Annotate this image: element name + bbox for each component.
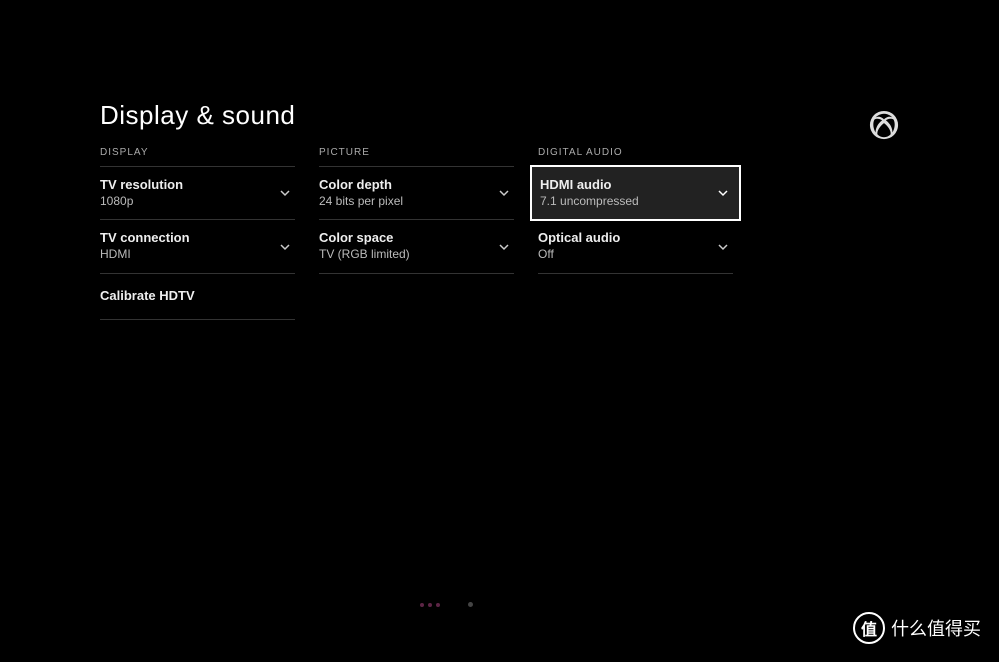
value-color-space: TV (RGB limited) <box>319 247 410 263</box>
value-color-depth: 24 bits per pixel <box>319 194 403 210</box>
column-digital-audio: DIGITAL AUDIO HDMI audio 7.1 uncompresse… <box>538 147 733 320</box>
row-tv-connection[interactable]: TV connection HDMI <box>100 220 295 273</box>
column-picture: PICTURE Color depth 24 bits per pixel Co… <box>319 147 514 320</box>
column-header-digital-audio: DIGITAL AUDIO <box>538 147 733 167</box>
label-color-depth: Color depth <box>319 177 403 194</box>
column-header-picture: PICTURE <box>319 147 514 167</box>
page-title: Display & sound <box>100 100 899 131</box>
label-tv-connection: TV connection <box>100 230 190 247</box>
chevron-down-icon <box>717 241 729 253</box>
value-optical-audio: Off <box>538 247 620 263</box>
chevron-down-icon <box>717 187 729 199</box>
watermark-text: 什么值得买 <box>891 615 981 641</box>
label-calibrate-hdtv: Calibrate HDTV <box>100 284 195 309</box>
chevron-down-icon <box>498 241 510 253</box>
label-hdmi-audio: HDMI audio <box>540 177 639 194</box>
value-hdmi-audio: 7.1 uncompressed <box>540 194 639 210</box>
row-color-space[interactable]: Color space TV (RGB limited) <box>319 220 514 273</box>
label-optical-audio: Optical audio <box>538 230 620 247</box>
row-color-depth[interactable]: Color depth 24 bits per pixel <box>319 167 514 220</box>
row-optical-audio[interactable]: Optical audio Off <box>538 220 733 273</box>
watermark: 值 什么值得买 <box>853 612 981 644</box>
value-tv-resolution: 1080p <box>100 194 183 210</box>
label-tv-resolution: TV resolution <box>100 177 183 194</box>
row-hdmi-audio[interactable]: HDMI audio 7.1 uncompressed <box>530 165 741 221</box>
column-display: DISPLAY TV resolution 1080p TV connectio… <box>100 147 295 320</box>
row-calibrate-hdtv[interactable]: Calibrate HDTV <box>100 274 295 320</box>
settings-columns: DISPLAY TV resolution 1080p TV connectio… <box>100 147 899 320</box>
chevron-down-icon <box>279 187 291 199</box>
chevron-down-icon <box>279 241 291 253</box>
value-tv-connection: HDMI <box>100 247 190 263</box>
label-color-space: Color space <box>319 230 410 247</box>
column-header-display: DISPLAY <box>100 147 295 167</box>
chevron-down-icon <box>498 187 510 199</box>
row-tv-resolution[interactable]: TV resolution 1080p <box>100 167 295 220</box>
watermark-badge: 值 <box>853 612 885 644</box>
